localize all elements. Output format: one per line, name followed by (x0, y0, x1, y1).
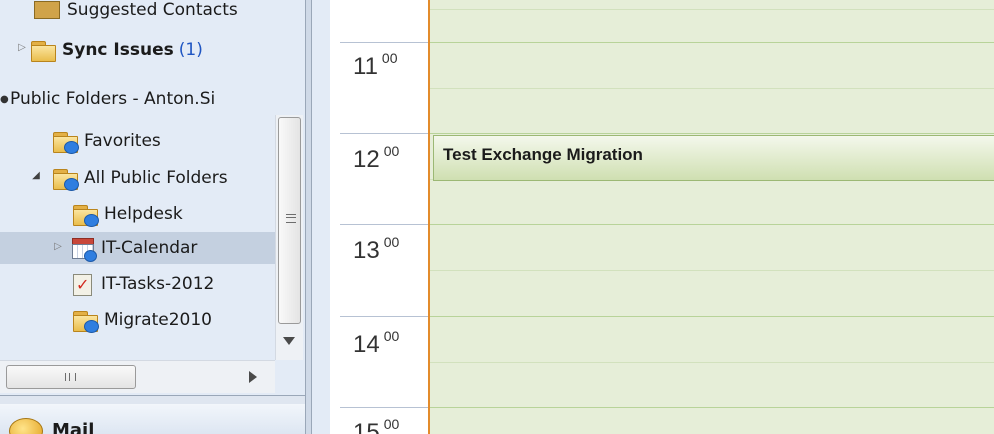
scrollbar-corner (275, 360, 305, 392)
expand-arrow-icon[interactable]: ▷ (52, 241, 64, 252)
expand-arrow-icon[interactable]: ▷ (16, 42, 28, 53)
hour-line (430, 133, 994, 134)
public-folder-icon (52, 131, 79, 154)
hour-line (430, 224, 994, 225)
grip-icon (65, 373, 76, 381)
folder-all-public-folders[interactable]: All Public Folders (52, 165, 228, 191)
mail-nav-button[interactable]: Mail (0, 404, 305, 434)
day-column[interactable]: Test Exchange Migration (430, 0, 994, 434)
collapse-bullet-icon[interactable]: ● (0, 94, 10, 105)
half-hour-line (430, 362, 994, 363)
half-hour-line (430, 88, 994, 89)
pane-gap (312, 0, 330, 434)
folder-icon (30, 40, 56, 62)
time-ruler: 11 00 12 00 13 00 14 00 15 00 (330, 0, 428, 434)
hour-divider (340, 42, 428, 43)
hour-divider (340, 133, 428, 134)
horizontal-scroll-thumb[interactable] (6, 365, 136, 389)
mail-icon (9, 418, 43, 434)
public-folder-icon (72, 310, 99, 333)
folder-migrate2010[interactable]: Migrate2010 (72, 307, 212, 333)
half-hour-line (430, 270, 994, 271)
hour-line (430, 407, 994, 408)
folder-it-calendar[interactable]: IT-Calendar (72, 235, 198, 262)
hour-line (430, 42, 994, 43)
grip-icon (286, 214, 296, 223)
appointment-title: Test Exchange Migration (443, 145, 643, 164)
folder-helpdesk[interactable]: Helpdesk (72, 201, 183, 227)
vertical-scrollbar[interactable] (275, 115, 303, 360)
folder-label: IT-Calendar (101, 238, 198, 258)
folder-label: Sync Issues (1) (62, 40, 203, 60)
time-label-13: 13 00 (353, 234, 400, 264)
public-folder-icon (52, 168, 79, 191)
folder-label: All Public Folders (84, 168, 228, 188)
collapse-arrow-icon[interactable]: ◢ (30, 170, 42, 181)
horizontal-scrollbar[interactable] (0, 360, 275, 393)
tasks-folder-icon: ✓ (72, 272, 94, 296)
folder-sync-issues[interactable]: Sync Issues (1) (30, 37, 203, 63)
folder-pane: Suggested Contacts ▷ Sync Issues (1) ● Pu… (0, 0, 305, 434)
folder-favorites[interactable]: Favorites (52, 128, 161, 154)
folder-it-tasks-2012[interactable]: ✓ IT-Tasks-2012 (72, 271, 214, 297)
contacts-folder-icon (34, 1, 60, 19)
pane-divider[interactable] (305, 0, 312, 434)
public-folder-icon (72, 204, 99, 227)
folder-suggested-contacts[interactable]: Suggested Contacts (34, 0, 238, 23)
hour-divider (340, 224, 428, 225)
hour-line (430, 316, 994, 317)
hour-divider (340, 407, 428, 408)
folder-label: Migrate2010 (104, 310, 212, 330)
time-label-15: 15 00 (353, 416, 400, 434)
hour-divider (340, 316, 428, 317)
scroll-right-arrow-icon[interactable] (249, 371, 257, 383)
folder-label: IT-Tasks-2012 (101, 274, 215, 294)
folder-label: Suggested Contacts (67, 0, 238, 20)
unread-count: (1) (178, 40, 203, 60)
time-label-12: 12 00 (353, 143, 400, 173)
time-label-11: 11 00 (353, 50, 398, 80)
half-hour-line (430, 9, 994, 10)
vertical-scroll-thumb[interactable] (278, 117, 301, 324)
appointment[interactable]: Test Exchange Migration (433, 135, 994, 181)
public-folders-header[interactable]: ● Public Folders - Anton.Si (0, 86, 215, 112)
folder-label: Helpdesk (104, 204, 183, 224)
calendar-folder-icon (72, 237, 97, 262)
calendar-day-view: 11 00 12 00 13 00 14 00 15 00 Test Exchange M… (330, 0, 994, 434)
time-label-14: 14 00 (353, 328, 400, 358)
scroll-down-arrow-icon[interactable] (283, 337, 295, 345)
folder-label: Favorites (84, 131, 161, 151)
mail-nav-label: Mail (52, 420, 95, 434)
